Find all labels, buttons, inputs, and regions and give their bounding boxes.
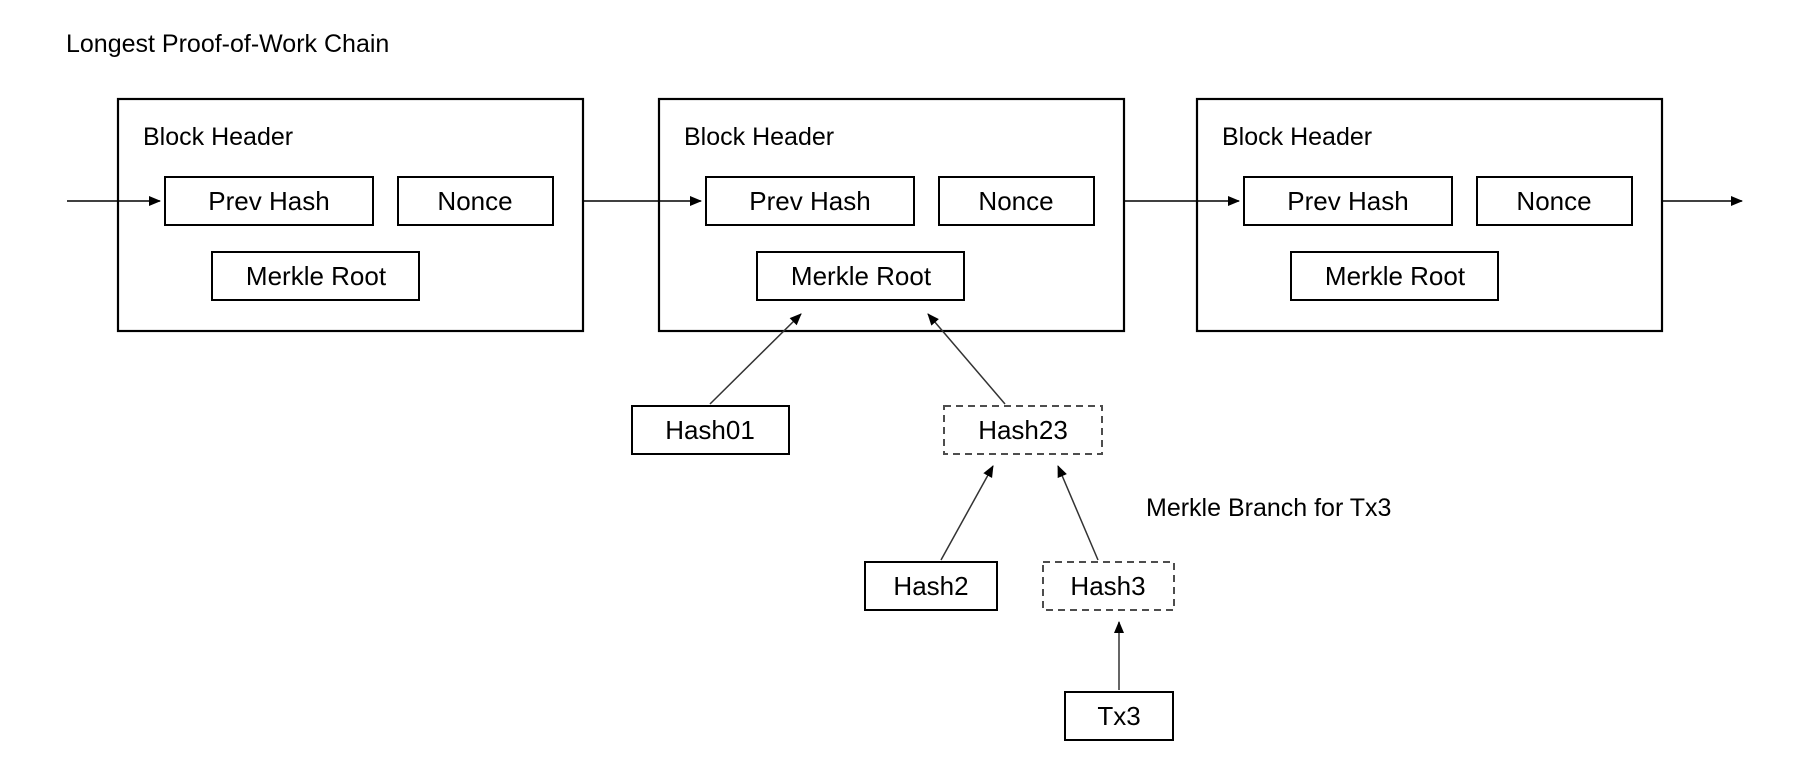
- block-1: Block Header Prev Hash Nonce Merkle Root: [116, 97, 585, 333]
- block-3: Block Header Prev Hash Nonce Merkle Root: [1195, 97, 1664, 333]
- merkle-branch-annotation: Merkle Branch for Tx3: [1146, 494, 1391, 522]
- merkle-node-tx3: Tx3: [1064, 691, 1174, 741]
- edge-hash3-to-hash23: [1057, 465, 1099, 561]
- block-2-prev-hash-label: Prev Hash: [749, 186, 870, 216]
- diagram-canvas: Longest Proof-of-Work Chain Block Header…: [0, 0, 1800, 774]
- merkle-node-hash2: Hash2: [864, 561, 998, 611]
- block-1-header-label: Block Header: [143, 123, 293, 151]
- hash01-label: Hash01: [665, 415, 755, 445]
- block-3-nonce-label: Nonce: [1516, 186, 1591, 216]
- diagram-title: Longest Proof-of-Work Chain: [66, 30, 389, 58]
- block-2-merkle-root-label: Merkle Root: [791, 261, 932, 291]
- block-3-prev-hash-label: Prev Hash: [1287, 186, 1408, 216]
- block-2: Block Header Prev Hash Nonce Merkle Root: [657, 97, 1126, 333]
- block-1-nonce-label: Nonce: [437, 186, 512, 216]
- block-3-header-label: Block Header: [1222, 123, 1372, 151]
- hash3-label: Hash3: [1070, 571, 1145, 601]
- merkle-node-hash23: Hash23: [943, 405, 1103, 455]
- hash2-label: Hash2: [893, 571, 968, 601]
- block-1-prev-hash-label: Prev Hash: [208, 186, 329, 216]
- proof-of-work-chain-diagram: Longest Proof-of-Work Chain Block Header…: [66, 30, 1743, 741]
- hash23-label: Hash23: [978, 415, 1068, 445]
- block-1-merkle-root-label: Merkle Root: [246, 261, 387, 291]
- edge-hash2-to-hash23: [940, 465, 994, 561]
- merkle-node-hash3: Hash3: [1042, 561, 1175, 611]
- block-2-nonce-label: Nonce: [978, 186, 1053, 216]
- merkle-node-hash01: Hash01: [631, 405, 790, 455]
- block-3-merkle-root-label: Merkle Root: [1325, 261, 1466, 291]
- tx3-label: Tx3: [1097, 701, 1140, 731]
- block-2-header-label: Block Header: [684, 123, 834, 151]
